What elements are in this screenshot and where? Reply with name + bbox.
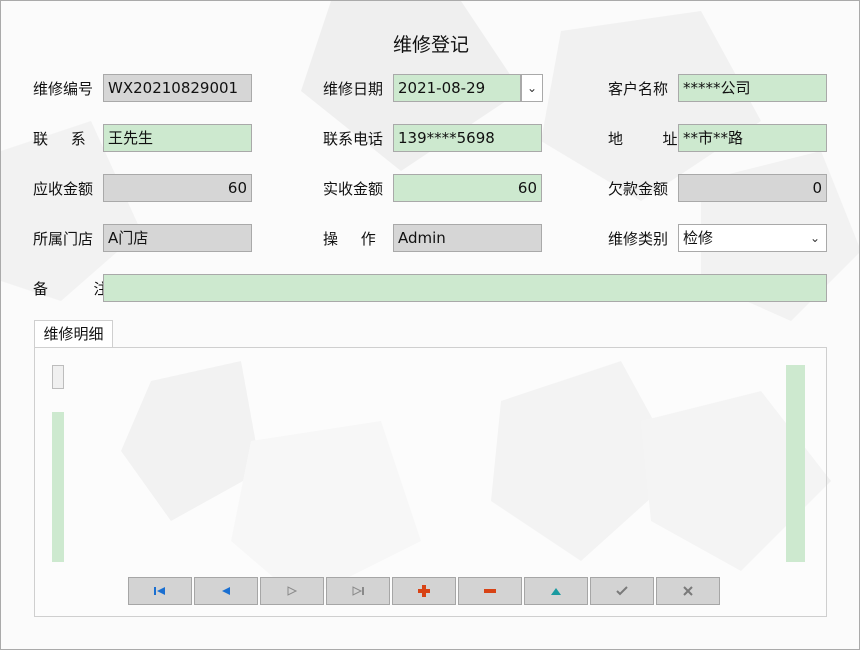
repair-type-label: 维修类别 [608,230,669,248]
skip-last-icon [352,586,364,596]
received-label: 实收金额 [323,180,384,198]
skip-first-icon [154,587,165,595]
page-title: 维修登记 [392,34,469,56]
close-icon [683,586,693,596]
delete-record-button[interactable] [458,577,522,605]
received-field[interactable]: 60 [393,174,542,202]
prior-icon [222,587,230,595]
repair-no-field[interactable]: WX20210829001 [103,74,252,102]
grid-scrollbar[interactable] [786,365,805,562]
check-icon [616,586,628,596]
receivable-label: 应收金额 [33,180,94,198]
grid-left-column [52,412,64,562]
repair-date-label: 维修日期 [323,80,384,98]
owed-label: 欠款金额 [608,180,669,198]
minus-icon [484,589,496,593]
chevron-down-icon: ⌄ [809,231,820,245]
post-record-button[interactable] [590,577,654,605]
receivable-field[interactable]: 60 [103,174,252,202]
phone-label: 联系电话 [323,130,384,148]
plus-icon [418,585,430,597]
insert-record-button[interactable] [392,577,456,605]
last-record-button[interactable] [326,577,390,605]
repair-registration-window: 维修登记 维修编号 WX20210829001 维修日期 2021-08-29 … [0,0,860,650]
owed-field[interactable]: 0 [678,174,827,202]
repair-date-field[interactable]: 2021-08-29 [393,74,521,102]
repair-type-value: 检修 [683,229,714,247]
cancel-record-button[interactable] [656,577,720,605]
contact-field[interactable]: 王先生 [103,124,252,152]
edit-record-button[interactable] [524,577,588,605]
date-dropdown-button[interactable]: ⌄ [521,74,543,102]
chevron-down-icon: ⌄ [526,81,538,95]
next-icon [287,586,298,596]
edit-triangle-icon [551,588,561,595]
store-label: 所属门店 [33,230,94,248]
repair-no-label: 维修编号 [33,80,94,98]
customer-label: 客户名称 [608,80,669,98]
record-navigator [128,577,720,605]
customer-field[interactable]: *****公司 [678,74,827,102]
address-field[interactable]: **市**路 [678,124,827,152]
remarks-field[interactable] [103,274,827,302]
next-record-button[interactable] [260,577,324,605]
first-record-button[interactable] [128,577,192,605]
grid-row-indicator[interactable] [52,365,64,389]
prior-record-button[interactable] [194,577,258,605]
phone-field[interactable]: 139****5698 [393,124,542,152]
tab-repair-details[interactable]: 维修明细 [34,320,113,348]
repair-type-select[interactable]: 检修 ⌄ [678,224,827,252]
operator-field[interactable]: Admin [393,224,542,252]
store-field[interactable]: A门店 [103,224,252,252]
address-label: 地 址 [608,130,688,148]
